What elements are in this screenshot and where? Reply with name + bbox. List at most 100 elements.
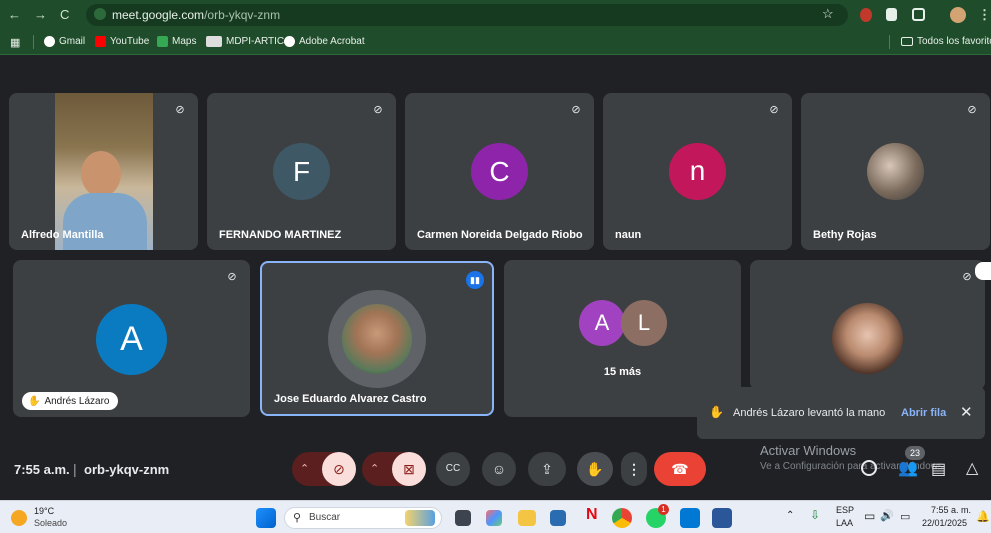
whatsapp-badge: 1 <box>658 504 669 515</box>
bookmark-gmail[interactable]: Gmail <box>44 36 85 47</box>
language-subindicator[interactable]: LAA <box>836 518 853 528</box>
url-text[interactable]: meet.google.com/orb-ykqv-znm <box>112 8 280 22</box>
all-bookmarks-button[interactable]: Todos los favoritos <box>901 36 991 47</box>
mic-control-group: ⌃ ⊘ <box>292 452 356 486</box>
folder-icon <box>901 37 913 46</box>
bookmarks-bar: ▦ Gmail YouTube Maps MDPI-ARTIC Adobe Ac… <box>0 30 991 55</box>
maps-icon <box>157 36 168 47</box>
participant-name: Alfredo Mantilla <box>21 229 104 241</box>
emoji-reactions-button[interactable]: ☺ <box>482 452 516 486</box>
address-bar[interactable]: meet.google.com/orb-ykqv-znm ☆ <box>86 4 848 26</box>
avatar: n <box>669 143 726 200</box>
hand-icon: ✋ <box>709 405 724 419</box>
search-placeholder: Buscar <box>309 512 341 523</box>
google-icon <box>44 36 55 47</box>
mic-off-icon: ⊘ <box>571 104 581 116</box>
tile-jose-active-speaker[interactable]: ▮▮ Jose Eduardo Alvarez Castro <box>260 261 494 416</box>
avatar: C <box>471 143 528 200</box>
chat-icon[interactable]: ▤ <box>931 459 946 479</box>
volume-icon[interactable]: 🔊 <box>880 509 894 522</box>
participant-name: Carmen Noreida Delgado Riobo <box>417 229 583 241</box>
file-explorer-icon[interactable] <box>518 510 536 526</box>
battery-icon[interactable]: ▭ <box>900 510 910 523</box>
notification-bell-icon[interactable]: 🔔 <box>976 510 990 523</box>
url-path: /orb-ykqv-znm <box>204 8 281 22</box>
bookmark-maps[interactable]: Maps <box>157 36 196 47</box>
captions-button[interactable]: CC <box>436 452 470 486</box>
tile-bethy[interactable]: ⊘ Bethy Rojas <box>801 93 990 250</box>
avatar: A <box>96 304 167 375</box>
reload-icon[interactable]: C <box>60 7 69 23</box>
copilot-icon[interactable] <box>486 510 502 526</box>
site-info-icon[interactable] <box>94 8 106 20</box>
avatar-ring <box>328 290 426 388</box>
mic-off-icon: ⊘ <box>769 104 779 116</box>
bookmark-label: Maps <box>172 36 197 47</box>
windows-start-icon[interactable] <box>256 508 276 528</box>
more-options-button[interactable]: ⋮ <box>621 452 647 486</box>
profile-avatar-icon[interactable] <box>950 7 966 23</box>
camera-options-chevron-icon[interactable]: ⌃ <box>370 452 379 486</box>
chrome-icon[interactable] <box>612 508 632 528</box>
activities-icon[interactable]: △ <box>966 458 978 478</box>
tile-participant-photo[interactable]: ⊘ <box>750 260 985 390</box>
taskbar-search-box[interactable]: ⚲ Buscar <box>284 507 442 529</box>
mdpi-icon <box>206 36 222 47</box>
weather-temp[interactable]: 19°C <box>34 506 54 516</box>
menu-dots-icon[interactable]: ⋮ <box>978 7 991 23</box>
reading-list-icon[interactable] <box>886 8 897 21</box>
bookmark-label: Adobe Acrobat <box>299 36 365 47</box>
forward-icon[interactable]: → <box>34 7 47 23</box>
tray-chevron-icon[interactable]: ⌃ <box>786 510 794 521</box>
display-icon[interactable]: ▭ <box>864 509 875 523</box>
netflix-icon[interactable]: N <box>586 506 598 524</box>
raise-hand-button[interactable]: ✋ <box>577 452 613 486</box>
avatar: L <box>621 300 667 346</box>
star-icon[interactable]: ☆ <box>822 6 834 22</box>
search-highlight-icon <box>405 510 435 526</box>
store-icon[interactable] <box>550 510 566 526</box>
hand-icon: ✋ <box>28 395 41 407</box>
browser-toolbar: ← → C meet.google.com/orb-ykqv-znm ☆ ⋮ <box>0 0 991 30</box>
close-icon[interactable]: ✕ <box>960 403 973 421</box>
divider <box>33 35 34 49</box>
task-view-icon[interactable] <box>455 510 471 526</box>
people-icon[interactable]: 👥 <box>898 458 918 478</box>
speaking-indicator-icon: ▮▮ <box>466 271 484 289</box>
mic-off-icon: ⊘ <box>962 271 972 283</box>
tile-alfredo[interactable]: ⊘ Alfredo Mantilla <box>9 93 198 250</box>
clock-date[interactable]: 22/01/2025 <box>922 518 967 528</box>
download-icon[interactable]: ⇩ <box>810 508 820 522</box>
avatar: F <box>273 143 330 200</box>
present-screen-button[interactable]: ⇪ <box>528 452 566 486</box>
extension-icon[interactable] <box>860 8 872 22</box>
tile-naun[interactable]: n ⊘ naun <box>603 93 792 250</box>
apps-grid-icon[interactable]: ▦ <box>10 36 20 49</box>
bookmark-mdpi[interactable]: MDPI-ARTIC <box>206 36 284 47</box>
meeting-info-icon[interactable] <box>861 460 877 476</box>
weather-text[interactable]: Soleado <box>34 518 67 528</box>
mic-off-icon: ⊘ <box>373 104 383 116</box>
bookmark-acrobat[interactable]: Adobe Acrobat <box>284 36 365 47</box>
extensions-puzzle-icon[interactable] <box>912 8 925 21</box>
separator: | <box>73 461 77 477</box>
avatar-photo <box>342 304 412 374</box>
avatar-photo <box>832 303 903 374</box>
clock-time[interactable]: 7:55 a. m. <box>931 505 971 515</box>
mic-off-button[interactable]: ⊘ <box>322 452 356 486</box>
tile-fernando[interactable]: F ⊘ FERNANDO MARTINEZ <box>207 93 396 250</box>
word-icon[interactable] <box>712 508 732 528</box>
leave-call-button[interactable]: ☎ <box>654 452 706 486</box>
open-queue-button[interactable]: Abrir fila <box>901 407 946 419</box>
tile-carmen[interactable]: C ⊘ Carmen Noreida Delgado Riobo <box>405 93 594 250</box>
side-panel-tab-icon[interactable] <box>975 262 991 280</box>
camera-off-button[interactable]: ⊠ <box>392 452 426 486</box>
participant-face <box>81 151 121 197</box>
bookmark-youtube[interactable]: YouTube <box>95 36 149 47</box>
mic-options-chevron-icon[interactable]: ⌃ <box>300 452 309 486</box>
back-icon[interactable]: ← <box>8 7 21 23</box>
language-indicator[interactable]: ESP <box>836 505 854 515</box>
outlook-icon[interactable] <box>680 508 700 528</box>
acrobat-icon <box>284 36 295 47</box>
windows-taskbar: 19°C Soleado ⚲ Buscar N 1 ⌃ ⇩ ESP LAA ▭ … <box>0 500 991 533</box>
